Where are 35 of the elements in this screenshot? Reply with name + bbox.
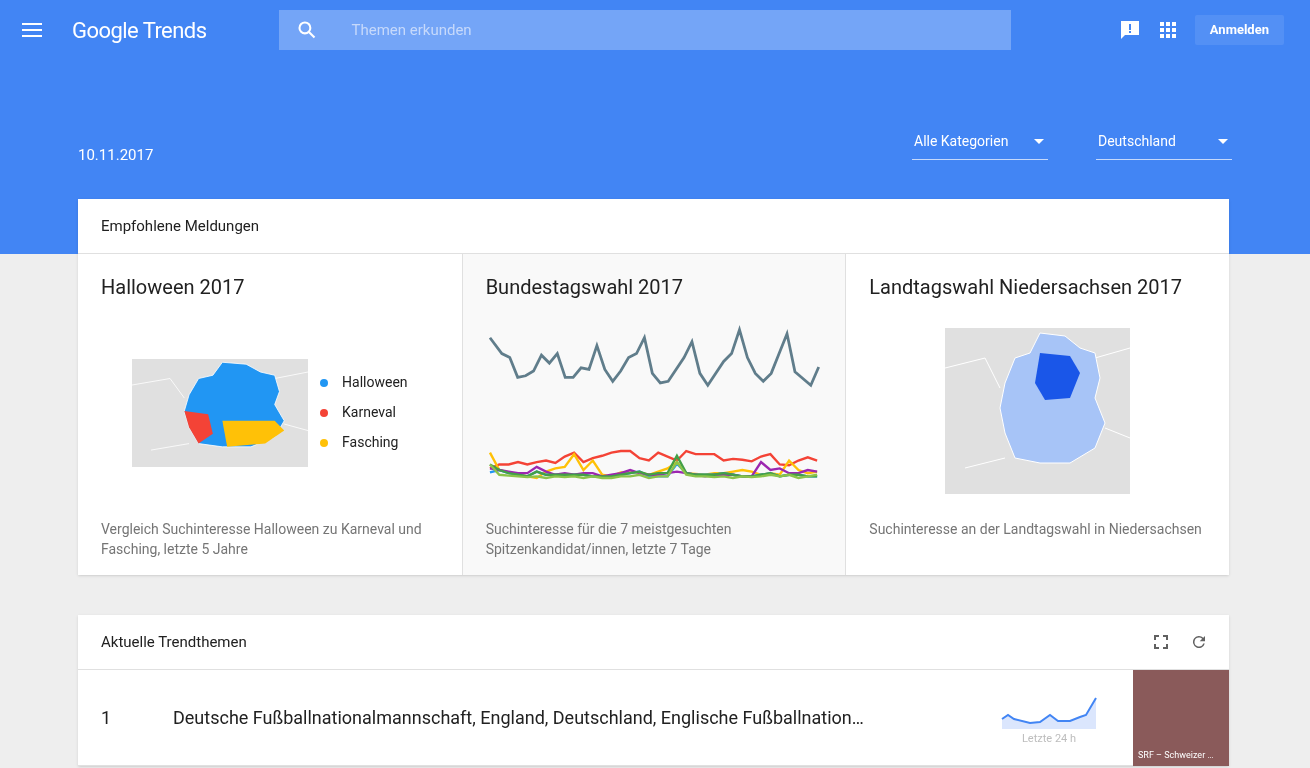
legend-label: Karneval bbox=[342, 403, 396, 422]
story-caption: Suchinteresse an der Landtagswahl in Niedersachsen bbox=[869, 520, 1203, 539]
card-title: Empfohlene Meldungen bbox=[101, 215, 260, 237]
story-card[interactable]: Landtagswahl Niedersachsen 2017 Suchinteresse an der Landtagswahl in Niedersachsen bbox=[845, 254, 1229, 575]
filter-dropdown[interactable]: Deutschland bbox=[1096, 124, 1232, 160]
trending-row[interactable]: 1 Deutsche Fußballnationalmannschaft, England, Deutschland, Englische Fußballnation… Letzte 24 h SRF – Schweizer … bbox=[78, 670, 1229, 766]
story-card[interactable]: Halloween 2017 Halloween Karneval Fasching Vergleich Suchinteresse Halloween zu Karneval und Fasching, letzte 5 Jahre bbox=[78, 254, 462, 575]
sign-in-button[interactable]: Anmelden bbox=[1194, 15, 1284, 45]
search-icon bbox=[297, 20, 318, 40]
topic-title: Deutsche Fußballnationalmannschaft, England, Deutschland, Englische Fußballnation… bbox=[173, 706, 864, 730]
feedback-icon[interactable] bbox=[1118, 19, 1141, 41]
story-caption: Suchinteresse für die 7 meistgesuchten Spitzenkandidat/innen, letzte 7 Tage bbox=[485, 520, 733, 559]
story-caption: Vergleich Suchinteresse Halloween zu Karneval und Fasching, letzte 5 Jahre bbox=[101, 520, 423, 559]
caret-icon bbox=[1218, 139, 1228, 144]
story-card[interactable]: Bundestagswahl 2017 Suchinteresse für die 7 meistgesuchten Spitzenkandidat/innen, letzte 7 Tage bbox=[461, 254, 846, 575]
search-input[interactable]: Themen erkunden bbox=[351, 18, 1012, 42]
filter-dropdown[interactable]: Alle Kategorien bbox=[912, 124, 1048, 160]
date-label: 10.11.2017 bbox=[78, 144, 154, 166]
story-title: Landtagswahl Niedersachsen 2017 bbox=[869, 274, 1183, 301]
apps-grid-icon[interactable] bbox=[1159, 22, 1176, 38]
rank-number: 1 bbox=[101, 706, 113, 730]
photo-placeholder[interactable]: SRF – Schweizer … bbox=[1133, 669, 1229, 766]
fullscreen-icon[interactable] bbox=[1154, 635, 1168, 649]
menu-icon[interactable] bbox=[22, 23, 42, 37]
caret-icon bbox=[1034, 139, 1044, 144]
story-title: Halloween 2017 bbox=[101, 274, 246, 301]
sparkline-label: Letzte 24 h bbox=[1021, 731, 1077, 748]
refresh-icon[interactable] bbox=[1190, 633, 1208, 651]
search-field[interactable]: Themen erkunden bbox=[279, 10, 1012, 50]
image-caption: SRF – Schweizer … bbox=[1137, 749, 1215, 762]
logo[interactable]: Google Trends bbox=[72, 13, 207, 47]
story-title: Bundestagswahl 2017 bbox=[485, 274, 685, 301]
card-title: Aktuelle Trendthemen bbox=[101, 631, 247, 653]
legend-label: Halloween bbox=[342, 373, 408, 392]
legend-label: Fasching bbox=[342, 433, 399, 452]
